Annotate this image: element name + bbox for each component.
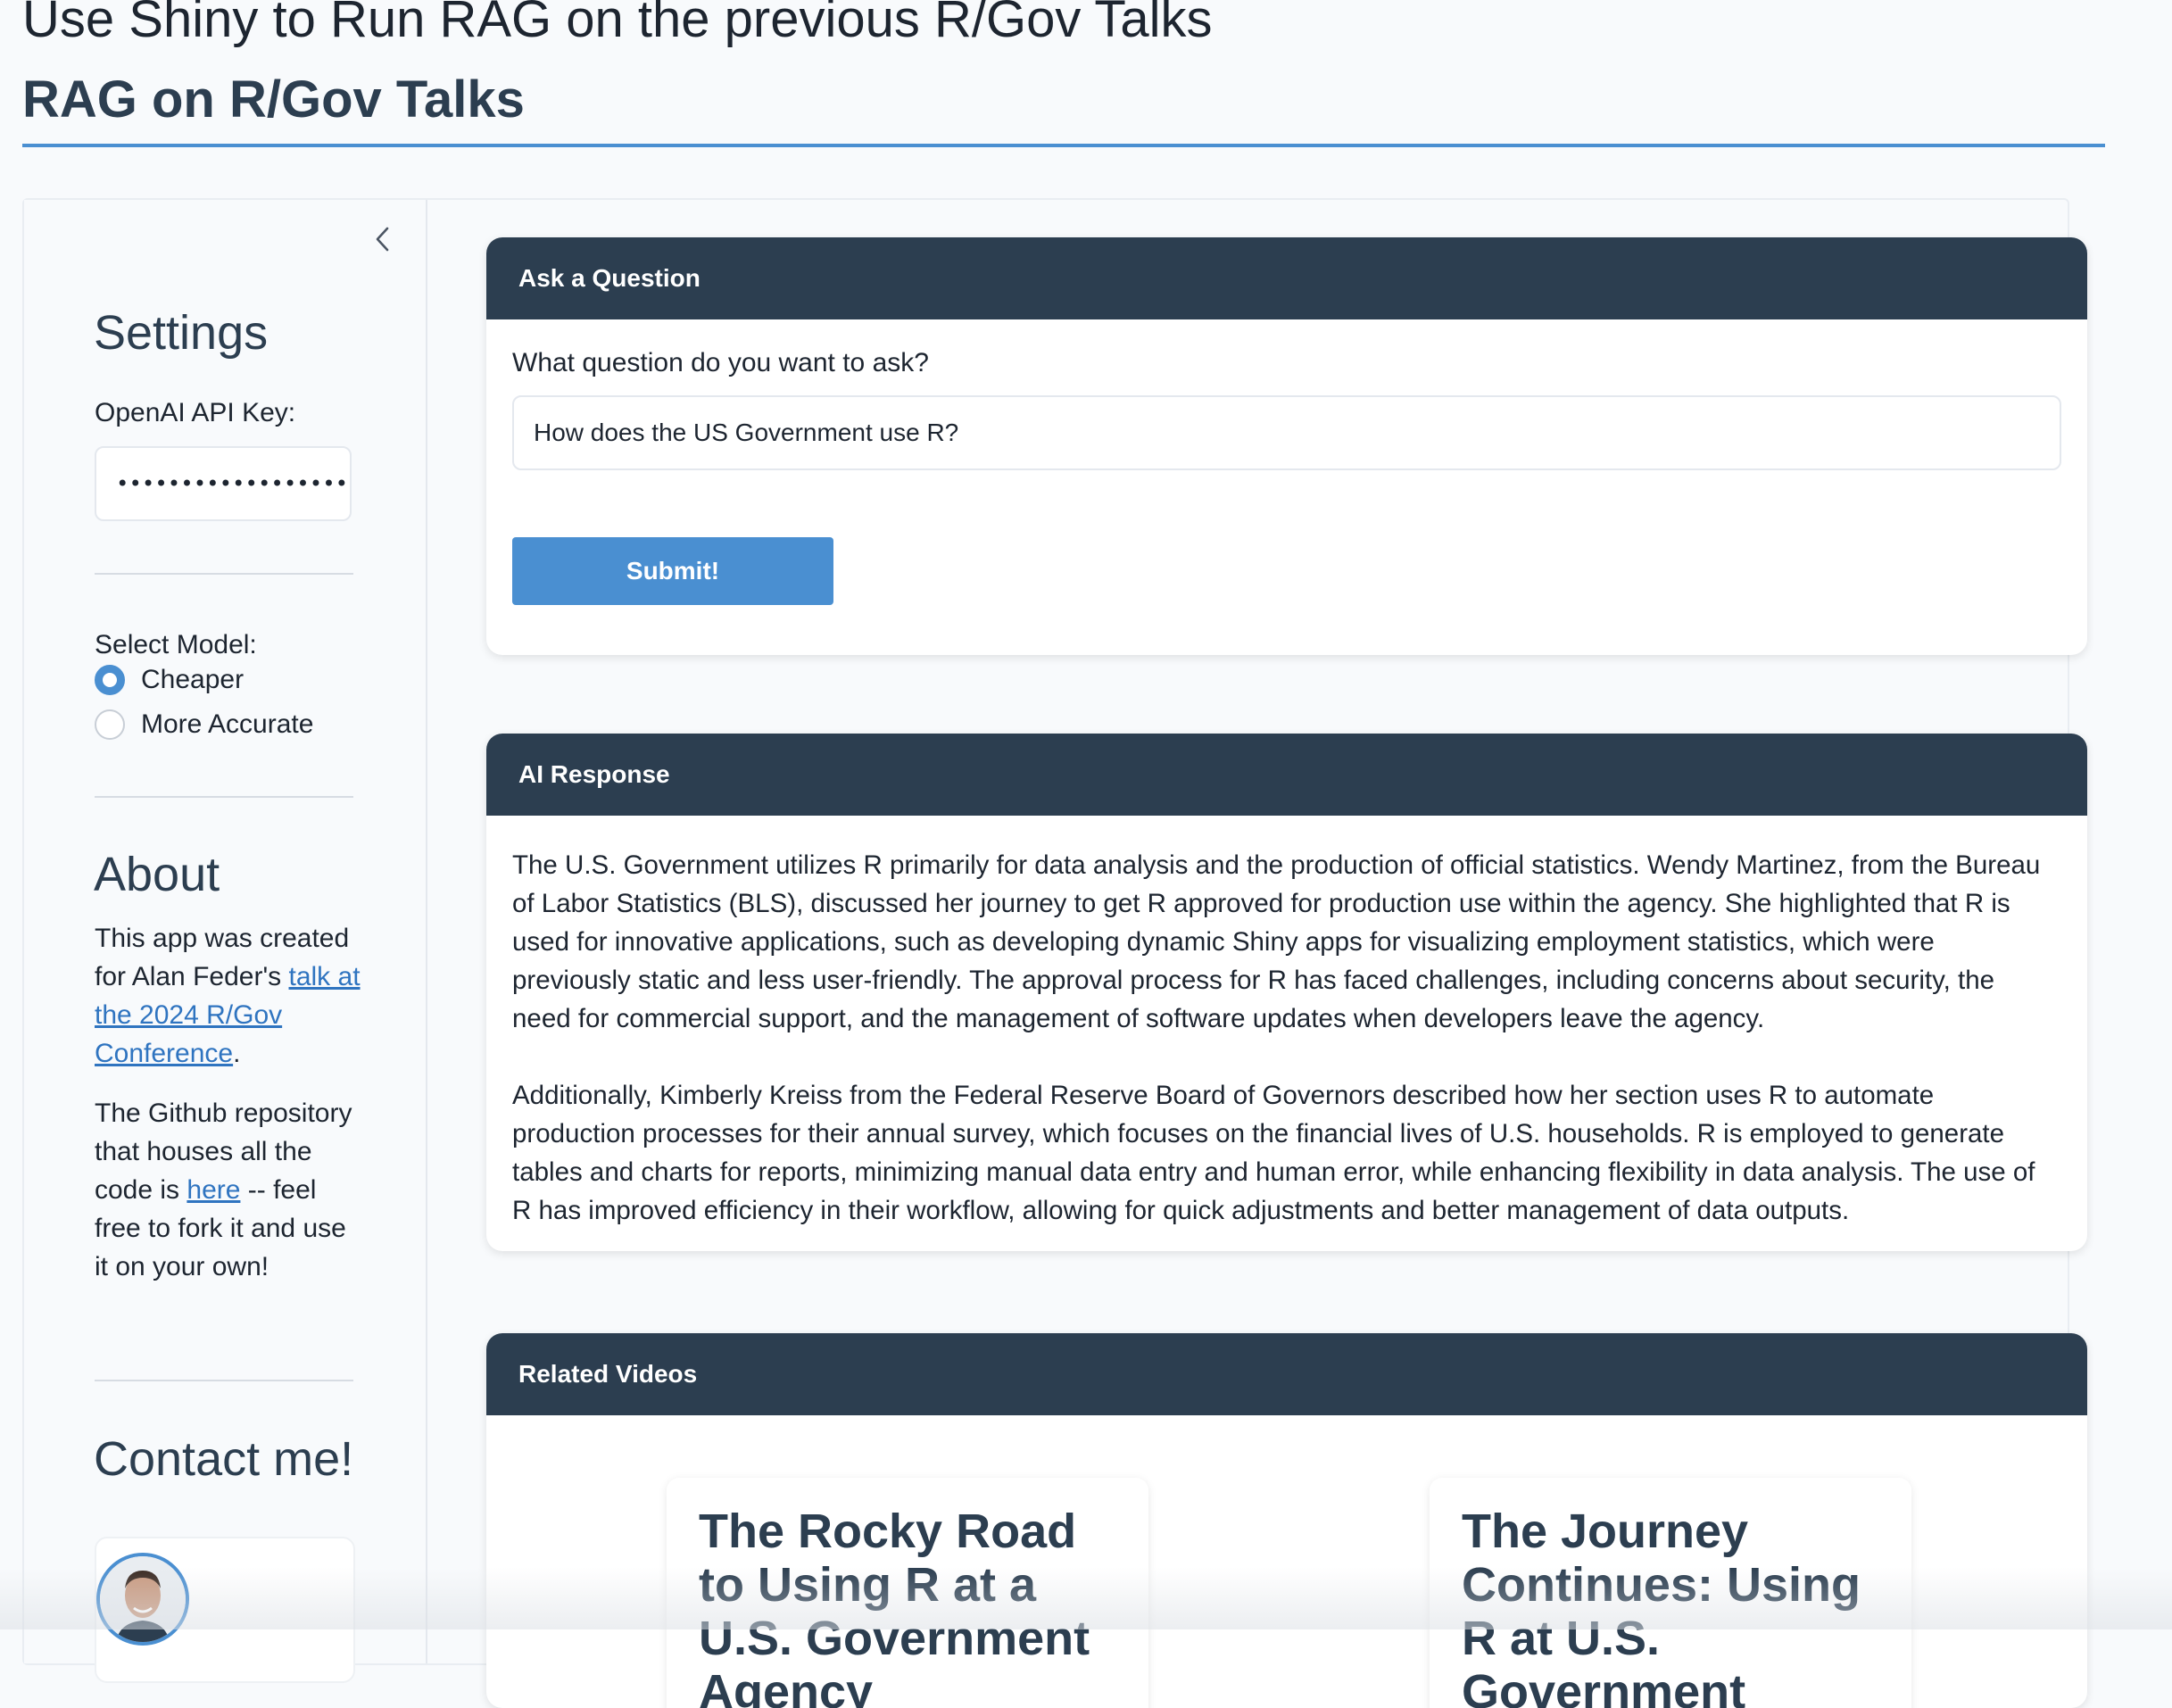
radio-option-cheaper[interactable]: Cheaper (95, 665, 244, 695)
ai-response-card: AI Response The U.S. Government utilizes… (486, 734, 2087, 1251)
response-paragraph: The U.S. Government utilizes R primarily… (512, 850, 2041, 1033)
sidebar-divider (95, 573, 353, 575)
video-card[interactable]: The Rocky Road to Using R at a U.S. Gove… (667, 1478, 1148, 1708)
model-select-label: Select Model: (95, 630, 257, 659)
sidebar-collapse-button[interactable] (363, 220, 402, 259)
question-input[interactable] (512, 395, 2061, 470)
settings-heading: Settings (94, 306, 269, 360)
chevron-left-icon (376, 227, 389, 252)
radio-label: Cheaper (141, 665, 245, 694)
response-paragraph: Additionally, Kimberly Kreiss from the F… (512, 1081, 2035, 1225)
video-title: The Rocky Road to Using R at a U.S. Gove… (699, 1505, 1090, 1708)
api-key-label: OpenAI API Key: (95, 398, 296, 427)
ask-question-header: Ask a Question (486, 237, 2087, 319)
about-text: This app was created for Alan Feder's ta… (95, 919, 362, 1307)
sidebar: Settings OpenAI API Key: •••••••••••••••… (24, 200, 427, 1683)
ai-response-header: AI Response (486, 734, 2087, 816)
about-heading: About (94, 848, 220, 901)
page-subtitle: RAG on R/Gov Talks (22, 70, 525, 129)
about-text-segment: . (233, 1039, 241, 1068)
about-paragraph: This app was created for Alan Feder's ta… (95, 919, 362, 1073)
sidebar-layout: Settings OpenAI API Key: •••••••••••••••… (22, 198, 2087, 1708)
submit-button[interactable]: Submit! (512, 537, 833, 605)
related-videos-card: Related Videos The Rocky Road to Using R… (486, 1333, 2087, 1708)
ask-question-card: Ask a Question What question do you want… (486, 237, 2087, 655)
api-key-input[interactable]: ••••••••••••••••••••••• (95, 446, 352, 521)
radio-option-more-accurate[interactable]: More Accurate (95, 709, 313, 740)
question-label: What question do you want to ask? (512, 348, 929, 377)
related-videos-header: Related Videos (486, 1333, 2087, 1415)
sidebar-divider (95, 796, 353, 798)
contact-heading: Contact me! (94, 1432, 354, 1486)
contact-card (95, 1537, 355, 1683)
avatar (96, 1553, 189, 1646)
video-card[interactable]: The Journey Continues: Using R at U.S. G… (1430, 1478, 1911, 1708)
sidebar-divider (95, 1380, 353, 1381)
page-title: Use Shiny to Run RAG on the previous R/G… (22, 0, 1213, 48)
title-divider (22, 144, 2105, 147)
radio-label: More Accurate (141, 709, 314, 739)
github-paragraph: The Github repository that houses all th… (95, 1094, 362, 1286)
ai-response-text: The U.S. Government utilizes R primarily… (486, 816, 2087, 1251)
video-title: The Journey Continues: Using R at U.S. G… (1462, 1505, 1861, 1708)
radio-button-checked[interactable] (95, 665, 125, 695)
github-link[interactable]: here (187, 1175, 240, 1205)
radio-button[interactable] (95, 709, 125, 740)
